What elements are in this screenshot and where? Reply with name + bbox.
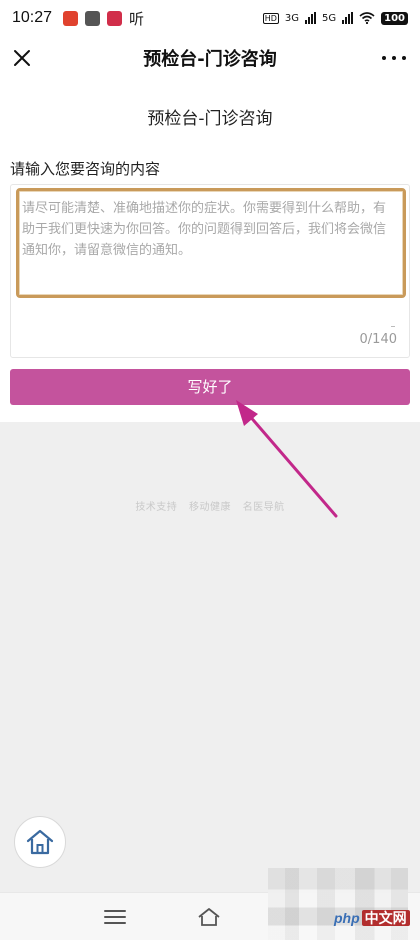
menu-icon[interactable] xyxy=(104,909,126,925)
more-icon[interactable] xyxy=(382,48,406,68)
footer-link-tech-support[interactable]: 技术支持 xyxy=(135,502,177,513)
signal-icon xyxy=(305,12,316,24)
textarea-placeholder: 请尽可能清楚、准确地描述你的症状。你需要得到什么帮助，有助于我们更快速为你回答。… xyxy=(22,201,387,258)
app-notification-icon xyxy=(63,10,79,26)
home-button[interactable] xyxy=(14,816,66,868)
nav-bar: 预检台-门诊咨询 xyxy=(0,36,420,80)
watermark-text-a: php xyxy=(334,910,360,926)
footer-links: 技术支持 移动健康 名医导航 xyxy=(0,498,420,513)
section-label: 请输入您要咨询的内容 xyxy=(10,160,161,178)
network-label-5g: 5G xyxy=(322,12,337,24)
submit-button[interactable]: 写好了 xyxy=(10,369,410,405)
footer-link-mobile-health[interactable]: 移动健康 xyxy=(189,502,231,513)
status-bar: 10:27 听 HD 3G 5G 100 xyxy=(0,0,420,36)
watermark-logo: php 中文网 xyxy=(334,908,410,928)
wifi-icon xyxy=(359,12,375,24)
close-icon[interactable] xyxy=(10,46,34,70)
consult-form: 预检台-门诊咨询 请输入您要咨询的内容 请尽可能清楚、准确地描述你的症状。你需要… xyxy=(0,80,420,422)
blurred-region xyxy=(268,868,408,940)
more-dot xyxy=(392,56,396,60)
home-icon xyxy=(26,829,54,855)
battery-icon: 100 xyxy=(381,11,408,25)
more-dot xyxy=(402,56,406,60)
network-label-3g: 3G xyxy=(284,12,299,24)
checkbox-notification-icon xyxy=(85,10,101,26)
hd-icon: HD xyxy=(262,12,279,24)
page-title: 预检台-门诊咨询 xyxy=(147,109,273,129)
status-right: HD 3G 5G 100 xyxy=(262,11,408,25)
char-tick xyxy=(391,326,395,327)
watermark-text-b: 中文网 xyxy=(361,910,410,926)
home-icon[interactable] xyxy=(197,907,221,927)
status-left: 10:27 听 xyxy=(12,8,144,29)
notification-text: 听 xyxy=(129,9,145,28)
bag-notification-icon xyxy=(107,10,123,26)
char-count: 0/140 xyxy=(359,332,397,347)
consult-textarea[interactable]: 请尽可能清楚、准确地描述你的症状。你需要得到什么帮助，有助于我们更快速为你回答。… xyxy=(10,184,410,358)
nav-title: 预检台-门诊咨询 xyxy=(143,49,277,70)
more-dot xyxy=(382,56,386,60)
status-time: 10:27 xyxy=(12,9,53,26)
footer-link-doctor-nav[interactable]: 名医导航 xyxy=(243,502,285,513)
signal-icon-2 xyxy=(342,12,354,24)
